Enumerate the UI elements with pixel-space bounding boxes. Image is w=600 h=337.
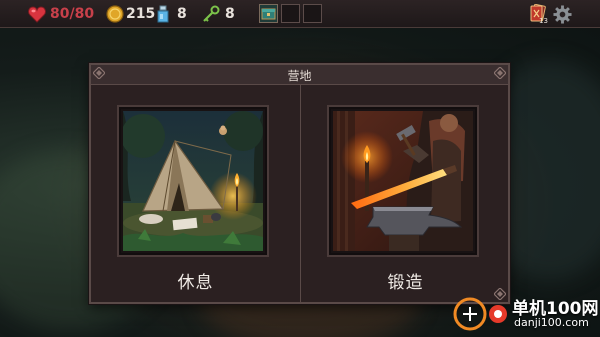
rest-image-frame[interactable] bbox=[117, 105, 269, 257]
watermark-logo-icon bbox=[453, 297, 507, 331]
key-display: 8 bbox=[202, 4, 235, 24]
gold-coin-icon bbox=[106, 5, 124, 23]
relic-slot-empty[interactable] bbox=[303, 4, 322, 23]
corner-ornament-icon bbox=[93, 67, 105, 79]
relic-slot-empty[interactable] bbox=[281, 4, 300, 23]
forge-image-frame[interactable] bbox=[327, 105, 479, 257]
key-icon bbox=[203, 5, 220, 22]
top-hud: 80/80 215 8 8 13 bbox=[0, 0, 600, 28]
deck-button[interactable]: 13 bbox=[528, 4, 548, 25]
blacksmith-anvil-scene bbox=[333, 111, 473, 251]
rest-option[interactable]: 休息 bbox=[91, 85, 300, 302]
camp-panel: 营地 休息 锻造 bbox=[89, 63, 510, 304]
gear-icon bbox=[553, 4, 572, 24]
gold-value: 215 bbox=[126, 6, 156, 22]
settings-button[interactable] bbox=[553, 4, 572, 24]
corner-ornament-icon bbox=[494, 67, 506, 79]
hp-value: 80/80 bbox=[50, 6, 95, 22]
watermark-site-url: danji100.com bbox=[514, 316, 589, 329]
rest-label: 休息 bbox=[177, 273, 214, 293]
potion-display: 8 bbox=[155, 4, 187, 24]
relic-chest-icon bbox=[261, 8, 276, 20]
campsite-tent-scene bbox=[123, 111, 263, 251]
potion-bottle-icon bbox=[157, 5, 169, 22]
relic-slot[interactable] bbox=[259, 4, 278, 23]
panel-title: 营地 bbox=[287, 69, 312, 83]
deck-count: 13 bbox=[539, 17, 548, 25]
heart-icon bbox=[28, 5, 46, 23]
hp-display: 80/80 bbox=[28, 4, 94, 24]
key-value: 8 bbox=[225, 6, 235, 22]
panel-header: 营地 bbox=[91, 65, 508, 85]
forge-label: 锻造 bbox=[387, 273, 424, 293]
site-watermark: 单机100网 danji100.com bbox=[452, 294, 600, 334]
gold-display: 215 bbox=[106, 4, 155, 24]
potion-value: 8 bbox=[177, 6, 187, 22]
forge-option[interactable]: 锻造 bbox=[301, 85, 510, 302]
